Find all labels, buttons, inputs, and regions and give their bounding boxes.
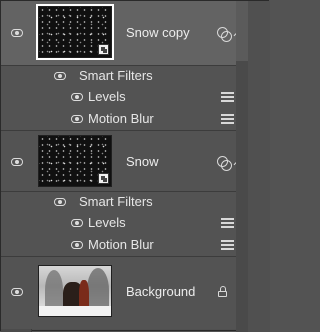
eye-icon[interactable] [11,288,23,296]
eye-icon[interactable] [54,72,66,80]
filter-label: Levels [88,215,126,230]
layer-row-snow-copy[interactable]: Snow copy [1,1,248,65]
filter-options-icon[interactable] [221,114,234,124]
eye-icon[interactable] [71,115,83,123]
eye-icon[interactable] [54,198,66,206]
layer-row-snow[interactable]: Snow [1,131,248,191]
eye-icon[interactable] [71,93,83,101]
linked-icon [217,156,232,171]
filter-row-levels[interactable]: Levels [1,86,248,108]
filter-options-icon[interactable] [221,92,234,102]
layer-thumbnail[interactable] [36,4,114,60]
layer-thumbnail[interactable] [38,265,112,317]
filter-row-levels[interactable]: Levels [1,212,248,234]
filter-label: Motion Blur [88,237,154,252]
lock-icon[interactable] [218,286,227,297]
eye-icon[interactable] [11,158,23,166]
scrollbar-thumb[interactable] [236,1,248,61]
layer-name[interactable]: Snow [126,154,159,169]
smart-filters-label: Smart Filters [79,68,153,83]
filter-label: Levels [88,89,126,104]
layer-name[interactable]: Background [126,284,195,299]
eye-icon[interactable] [71,219,83,227]
smart-filters-row[interactable]: Smart Filters [1,66,248,86]
eye-icon[interactable] [71,241,83,249]
layer-row-background[interactable]: Background [1,257,248,329]
panel-edge [248,1,270,332]
eye-icon[interactable] [11,29,23,37]
layer-thumbnail[interactable] [38,135,112,187]
smart-filters-row[interactable]: Smart Filters [1,192,248,212]
filter-options-icon[interactable] [221,218,234,228]
filter-options-icon[interactable] [221,240,234,250]
smart-filters-label: Smart Filters [79,194,153,209]
smart-object-icon [98,173,109,184]
linked-icon [217,27,232,42]
filter-row-motion-blur[interactable]: Motion Blur [1,234,248,256]
layers-panel: Snow copy Smart Filters Levels Motion Bl… [0,0,270,332]
filter-label: Motion Blur [88,111,154,126]
layer-name[interactable]: Snow copy [126,25,190,40]
smart-object-icon [98,44,109,55]
filter-row-motion-blur[interactable]: Motion Blur [1,108,248,130]
